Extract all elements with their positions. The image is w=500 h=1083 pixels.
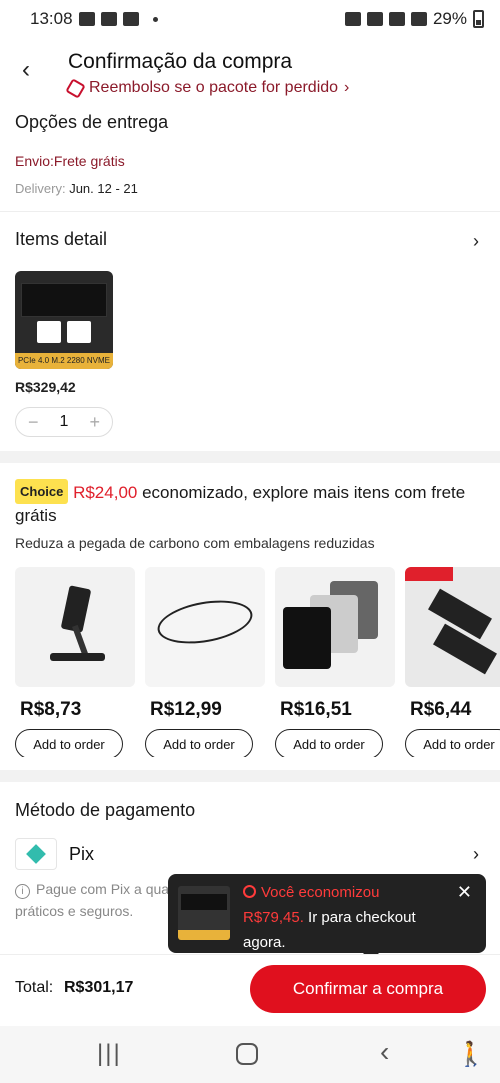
back-arrow-icon[interactable]: ‹	[22, 56, 30, 84]
lanyard-image[interactable]	[145, 567, 265, 687]
system-nav-bar: ||| ‹ 🚶	[0, 1026, 500, 1083]
recommendation-price: R$12,99	[150, 699, 222, 720]
items-detail-section: Items detail › PCIe 4.0 M.2 2280 NVME R$…	[15, 229, 485, 437]
recommendation-price: R$6,44	[410, 699, 472, 720]
payment-title: Método de pagamento	[15, 800, 196, 820]
recommendation-card[interactable]: R$8,73 Add to order	[15, 567, 135, 757]
phone-stand-image[interactable]	[15, 567, 135, 687]
accessibility-icon[interactable]: 🚶	[456, 1040, 486, 1069]
add-to-order-button[interactable]: Add to order	[145, 729, 253, 757]
recommendations-carousel[interactable]: R$8,73 Add to order R$12,99 Add to order…	[15, 567, 500, 757]
section-separator	[0, 451, 500, 463]
plus-icon[interactable]: +	[89, 412, 100, 433]
refund-label: Reembolso se o pacote for perdido	[89, 79, 339, 96]
recent-apps-icon[interactable]: |||	[97, 1040, 122, 1068]
back-icon[interactable]: ‹	[380, 1036, 389, 1068]
battery-percent: 29%	[432, 9, 467, 28]
minus-icon[interactable]: −	[28, 412, 39, 433]
pix-icon	[15, 838, 57, 870]
recommendation-card[interactable]: R$6,44 Add to order	[405, 567, 500, 757]
toast-amount: R$79,45.	[243, 909, 304, 926]
chevron-right-icon: ›	[344, 79, 350, 96]
signal-icon	[410, 12, 427, 26]
chevron-right-icon[interactable]: ›	[473, 844, 479, 865]
delivery-dates: Jun. 12 - 21	[69, 181, 138, 196]
delivery-estimate: Delivery: Jun. 12 - 21	[15, 181, 485, 196]
quantity-stepper: − 1 +	[15, 407, 113, 437]
status-bar: 13:08 29%	[0, 0, 500, 38]
info-icon: i	[15, 884, 30, 899]
product-image[interactable]: PCIe 4.0 M.2 2280 NVME	[15, 271, 113, 369]
add-to-order-button[interactable]: Add to order	[405, 729, 500, 757]
shorts-image[interactable]	[275, 567, 395, 687]
recommendation-card[interactable]: R$16,51 Add to order	[275, 567, 395, 757]
total-label: Total:	[15, 979, 54, 996]
total-value: R$301,17	[64, 979, 134, 996]
delivery-label: Delivery:	[15, 181, 66, 196]
battery-icon	[473, 10, 484, 28]
recommendation-price: R$8,73	[20, 699, 82, 720]
close-icon[interactable]: ✕	[457, 882, 472, 903]
page-header: ‹ Confirmação da compra Reembolso se o p…	[0, 46, 500, 104]
add-to-order-button[interactable]: Add to order	[275, 729, 383, 757]
page-title: Confirmação da compra	[68, 50, 293, 73]
shipping-option[interactable]: Envio:Frete grátis	[15, 153, 485, 169]
delivery-title: Opções de entrega	[15, 112, 169, 132]
toast-product-image	[178, 886, 230, 940]
youtube-icon	[100, 12, 117, 26]
add-to-order-button[interactable]: Add to order	[15, 729, 123, 757]
alarm-icon	[344, 12, 361, 26]
items-detail-title: Items detail	[15, 229, 108, 249]
notification-icon	[122, 12, 139, 26]
choice-headline: Choice R$24,00 economizado, explore mais…	[15, 479, 485, 527]
payment-method-label: Pix	[69, 843, 95, 864]
sata-cable-image[interactable]	[405, 567, 500, 687]
product-image-band: PCIe 4.0 M.2 2280 NVME	[15, 353, 113, 369]
toast-message[interactable]: Você economizou R$79,45. Ir para checkou…	[243, 880, 453, 955]
product-price: R$329,42	[15, 379, 76, 395]
recommendation-price: R$16,51	[280, 699, 352, 720]
delivery-section: Opções de entrega Envio:Frete grátis Del…	[15, 112, 485, 196]
gallery-icon	[78, 12, 95, 26]
quantity-value: 1	[59, 413, 69, 430]
chevron-right-icon[interactable]: ›	[473, 231, 479, 252]
more-notifications-icon	[152, 16, 158, 22]
clock-icon	[243, 885, 256, 898]
home-icon[interactable]	[236, 1043, 258, 1065]
saved-amount: R$24,00	[73, 483, 138, 502]
payment-section: Método de pagamento Pix › i Pague com Pix…	[15, 800, 485, 919]
confirm-purchase-button[interactable]: Confirmar a compra	[250, 965, 486, 1013]
recommendation-card[interactable]: R$12,99 Add to order	[145, 567, 265, 757]
wifi-icon	[388, 12, 405, 26]
payment-method-pix[interactable]: Pix ›	[15, 838, 485, 870]
clock-text: 13:08	[30, 9, 73, 28]
checkout-bar: Total: R$301,17 Confirmar a compra	[0, 954, 500, 1026]
choice-section: Choice R$24,00 economizado, explore mais…	[15, 479, 485, 551]
divider	[0, 211, 500, 212]
toast-title: Você economizou	[261, 884, 380, 901]
savings-toast[interactable]: Você economizou R$79,45. Ir para checkou…	[168, 874, 486, 961]
mute-icon	[366, 12, 383, 26]
choice-badge: Choice	[15, 479, 69, 504]
refund-link[interactable]: Reembolso se o pacote for perdido ›	[65, 77, 350, 99]
section-separator	[0, 770, 500, 782]
package-icon	[65, 77, 86, 99]
carbon-text: Reduza a pegada de carbono com embalagen…	[15, 535, 375, 551]
